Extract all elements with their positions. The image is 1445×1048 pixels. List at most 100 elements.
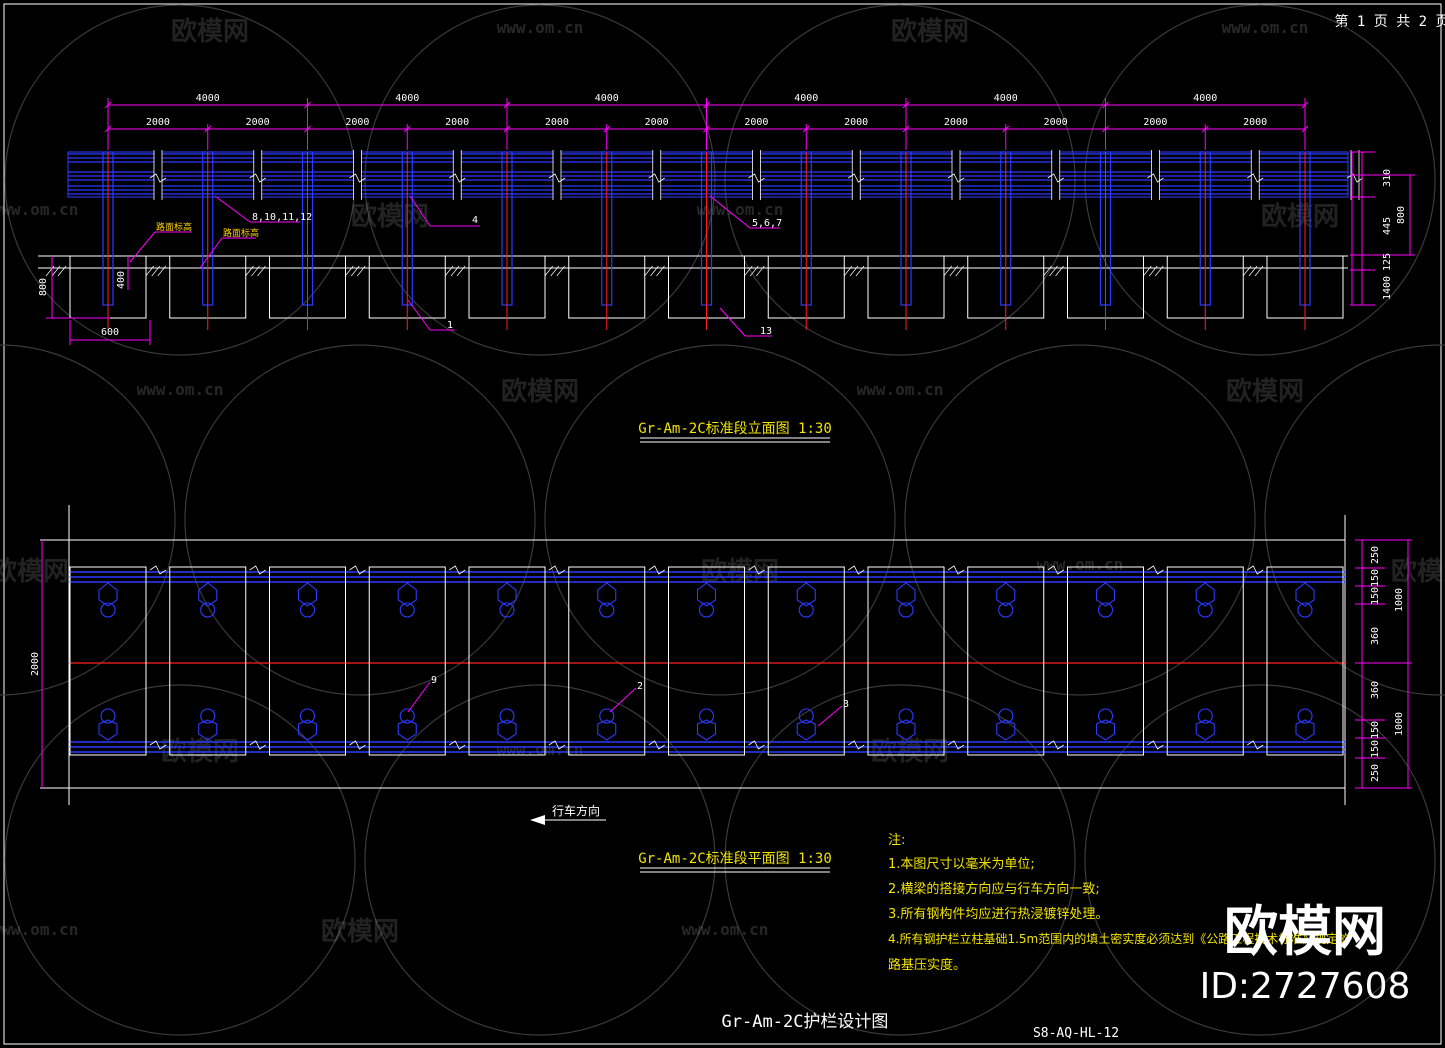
- plan-post-circle: [698, 602, 715, 618]
- watermark-brand-text: 欧模网: [0, 556, 69, 587]
- road-label-2: 路面标高: [223, 227, 259, 239]
- dim-4000: 4000: [196, 93, 220, 104]
- plan-dim-250-top: 250: [1370, 546, 1381, 564]
- dim-2000: 2000: [345, 117, 369, 128]
- watermark-url-text: www.om.cn: [1222, 18, 1309, 37]
- cad-drawing: 第 1 页 共 2 页 欧模网欧模网欧模网欧模网欧模网欧模网欧模网欧模网欧模网欧…: [0, 3, 1445, 1045]
- plan-foundation: [69, 566, 147, 756]
- plan-foundation: [368, 566, 446, 756]
- callout-8-10-11-12: 8,10,11,12: [252, 212, 312, 223]
- plan-foundation: [1266, 566, 1344, 756]
- plan-post-circle: [399, 602, 415, 618]
- dim-4000: 4000: [395, 93, 419, 104]
- plan-post-circle: [1097, 708, 1114, 724]
- sheet-title: Gr-Am-2C护栏设计图: [722, 1012, 889, 1032]
- plan-break: [149, 565, 167, 575]
- driving-direction-arrow: 行车方向: [530, 803, 606, 825]
- dim-445: 445: [1382, 217, 1393, 235]
- plan-break: [1247, 565, 1264, 575]
- dim-4000: 4000: [595, 93, 619, 104]
- plan-dim-1000-top: 1000: [1394, 588, 1405, 612]
- plan-post-circle: [200, 708, 216, 724]
- guardrail-posts: [45, 151, 1344, 330]
- dim-2000: 2000: [645, 117, 669, 128]
- watermark-url-text: www.om.cn: [0, 920, 78, 939]
- dim-1400: 1400: [1382, 276, 1393, 300]
- plan-callouts: 9 2 3: [407, 675, 849, 727]
- plan-post-circle: [1097, 602, 1114, 618]
- plan-foundation: [269, 566, 346, 756]
- watermark-url-text: www.om.cn: [497, 18, 584, 37]
- brand-id: ID:2727608: [1200, 966, 1411, 1007]
- watermark-circle: [544, 344, 896, 696]
- watermark-circle: [184, 344, 536, 696]
- plan-post-circle: [599, 602, 615, 618]
- watermark-brand-text: 欧模网: [171, 16, 249, 47]
- note-3: 3.所有钢构件均应进行热浸镀锌处理。: [888, 906, 1108, 922]
- watermark-url-text: www.om.cn: [857, 380, 944, 399]
- elevation-title: Gr-Am-2C标准段立面图 1:30: [638, 421, 832, 437]
- sheet-border: [3, 3, 1442, 1045]
- plan-post-blocks: [69, 565, 1344, 756]
- dim-400-left: 400: [116, 271, 127, 289]
- watermark-url-text: www.om.cn: [1037, 555, 1124, 574]
- plan-dim-150-d: 150: [1370, 740, 1381, 758]
- dim-2000: 2000: [1243, 117, 1267, 128]
- plan-break: [947, 565, 965, 575]
- plan-callout-9: 9: [431, 675, 437, 686]
- brand-watermark: 欧模网: [1224, 900, 1386, 963]
- dim-2000: 2000: [146, 117, 170, 128]
- watermark-url-text: www.om.cn: [682, 920, 769, 939]
- watermark-brand-text: 欧模网: [1226, 376, 1304, 407]
- note-2: 2.横梁的搭接方向应与行车方向一致;: [888, 881, 1100, 897]
- plan-post-circle: [898, 708, 914, 724]
- plan-post-circle: [1297, 602, 1313, 618]
- notes-heading: 注:: [888, 833, 905, 848]
- elevation-dimensions: 4000 4000 4000 4000 4000 4000 2000 2000 2000 2000…: [104, 93, 1309, 150]
- plan-dim-150-a: 150: [1370, 569, 1381, 587]
- dim-2000: 2000: [1044, 117, 1068, 128]
- plan-title: Gr-Am-2C标准段平面图 1:30: [638, 851, 832, 867]
- plan-post-circle: [898, 602, 914, 618]
- dim-2000: 2000: [445, 117, 469, 128]
- watermark-circle: [904, 344, 1256, 696]
- plan-post-circle: [1297, 708, 1313, 724]
- plan-foundation: [668, 566, 745, 756]
- plan-foundation: [169, 566, 247, 756]
- dim-310: 310: [1382, 169, 1393, 187]
- watermark-circles: [0, 4, 1445, 1036]
- plan-break: [848, 565, 865, 575]
- plan-break: [249, 565, 266, 575]
- watermark-brand-text: 欧模网: [321, 916, 399, 947]
- plan-foundation: [867, 566, 945, 756]
- plan-foundation: [1067, 566, 1144, 756]
- watermark-brand-text: 欧模网: [891, 16, 969, 47]
- plan-dim-2000: 2000: [30, 652, 41, 676]
- watermark-brand-text: 欧模网: [501, 376, 579, 407]
- dim-4000: 4000: [1193, 93, 1217, 104]
- dim-2000: 2000: [246, 117, 270, 128]
- dim-600-bottom: 600: [101, 327, 119, 338]
- plan-dim-150-c: 150: [1370, 721, 1381, 739]
- dim-2000: 2000: [844, 117, 868, 128]
- watermark-url-text: www.om.cn: [0, 200, 78, 219]
- plan-dim-150-b: 150: [1370, 587, 1381, 605]
- plan-dim-1000-bottom: 1000: [1394, 712, 1405, 736]
- plan-post-circle: [499, 708, 515, 724]
- plan-foundation: [468, 566, 546, 756]
- plan-foundation: [568, 566, 646, 756]
- dim-2000: 2000: [1143, 117, 1167, 128]
- plan-beams: [69, 571, 1345, 753]
- watermark-brand-text: 欧模网: [351, 201, 429, 232]
- elevation-left-dimensions: 800 400 600: [38, 256, 151, 345]
- callout-1: 1: [447, 320, 453, 331]
- plan-callout-3: 3: [843, 699, 849, 710]
- direction-label: 行车方向: [552, 803, 600, 818]
- callout-5-6-7: 5,6,7: [752, 218, 782, 229]
- note-1: 1.本图尺寸以毫米为单位;: [888, 856, 1035, 872]
- callout-4: 4: [472, 215, 478, 226]
- dim-800-left: 800: [38, 278, 49, 296]
- plan-dim-360-b: 360: [1370, 681, 1381, 699]
- plan-post-circle: [100, 602, 116, 618]
- dim-125: 125: [1382, 253, 1393, 271]
